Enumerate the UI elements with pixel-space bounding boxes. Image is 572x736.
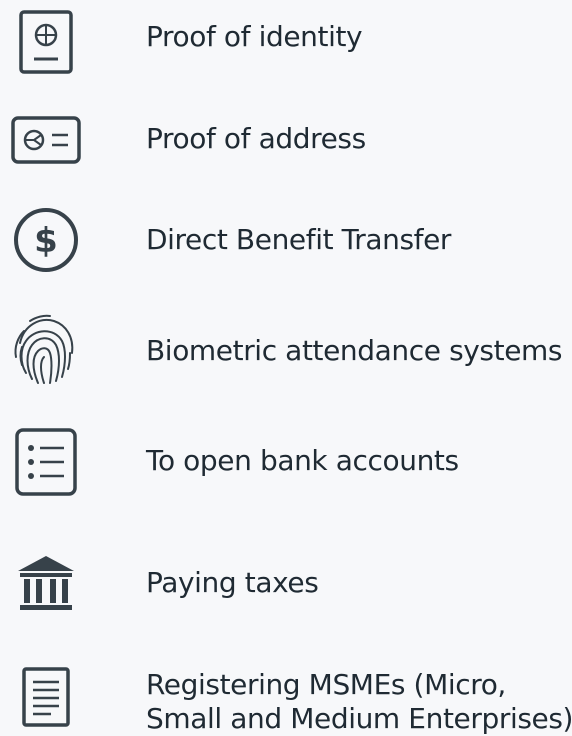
list-item-paying-taxes: Paying taxes xyxy=(0,542,572,622)
item-label: Proof of identity xyxy=(146,20,363,53)
item-label: Direct Benefit Transfer xyxy=(146,223,452,256)
list-item-direct-benefit-transfer: $ Direct Benefit Transfer xyxy=(0,196,572,286)
fingerprint-icon xyxy=(8,312,84,388)
list-item-proof-of-identity: Proof of identity xyxy=(0,0,572,80)
svg-text:$: $ xyxy=(34,221,58,261)
address-card-icon xyxy=(8,114,84,166)
item-label: Paying taxes xyxy=(146,566,319,599)
item-label-line-1: Registering MSMEs (Micro, xyxy=(146,668,506,701)
list-item-registering-msmes: Registering MSMEs (Micro, Small and Medi… xyxy=(0,660,572,736)
item-label: Proof of address xyxy=(146,122,366,155)
item-label-line-2: Small and Medium Enterprises) xyxy=(146,702,572,735)
list-item-biometric-attendance: Biometric attendance systems xyxy=(0,306,572,396)
item-label-multiline: Registering MSMEs (Micro, Small and Medi… xyxy=(146,668,572,736)
registration-document-icon xyxy=(8,664,84,730)
dollar-coin-icon: $ xyxy=(8,204,84,276)
bank-building-icon xyxy=(8,552,84,614)
list-item-open-bank-accounts: To open bank accounts xyxy=(0,418,572,504)
list-item-proof-of-address: Proof of address xyxy=(0,100,572,180)
item-label: Biometric attendance systems xyxy=(146,334,563,367)
passport-icon xyxy=(8,8,84,76)
list-document-icon xyxy=(8,424,84,500)
item-label: To open bank accounts xyxy=(146,444,459,477)
